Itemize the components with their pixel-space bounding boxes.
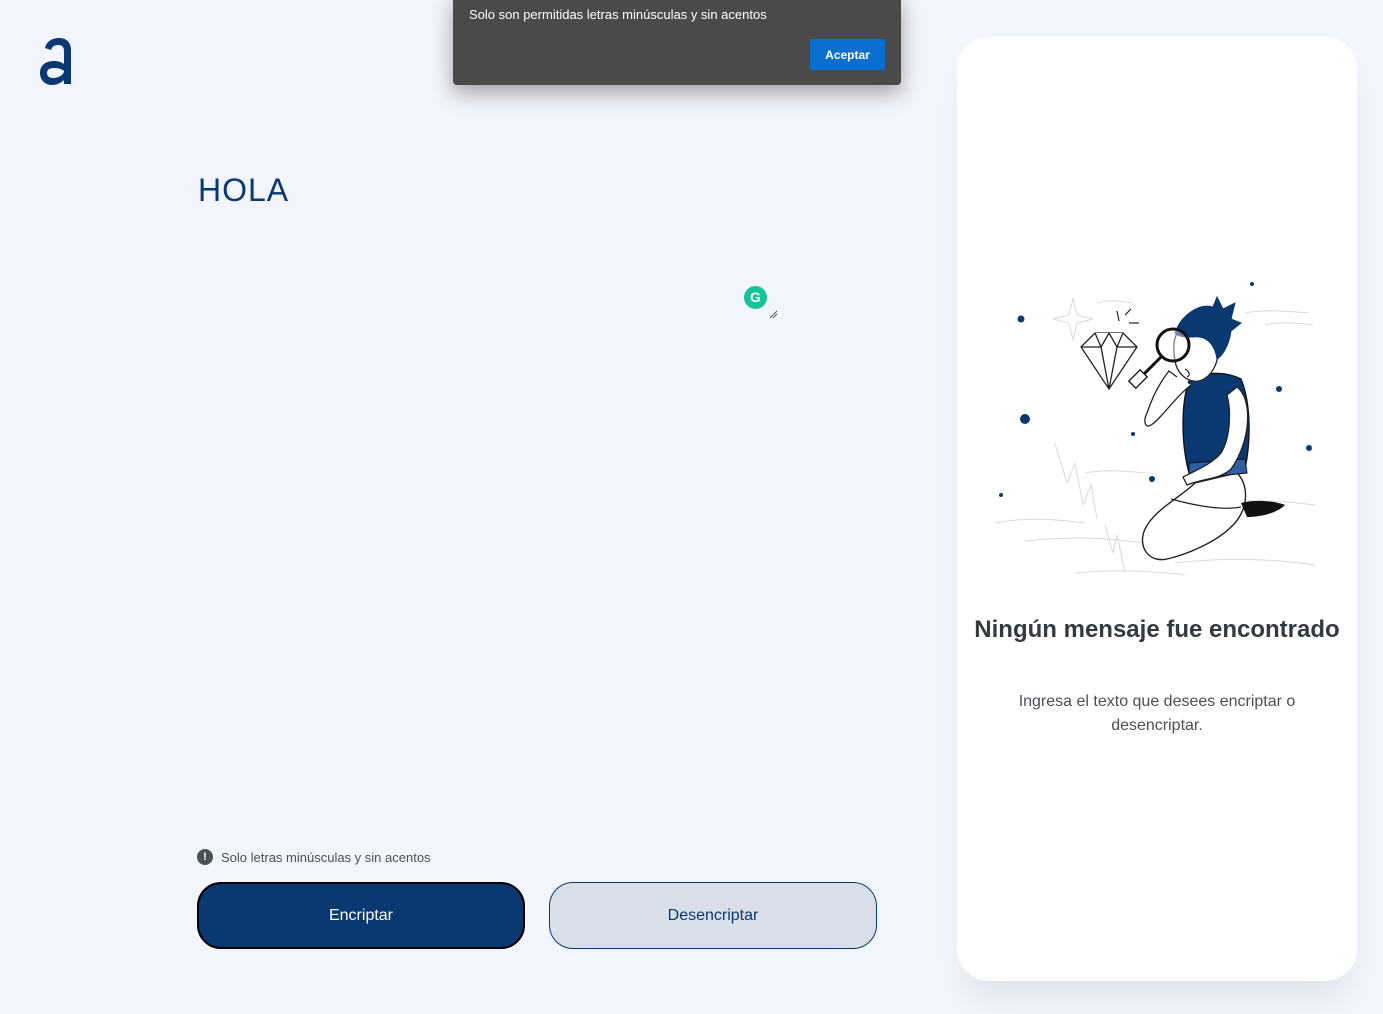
person-with-magnifying-glass-illustration (994, 282, 1316, 576)
decrypt-button[interactable]: Desencriptar (549, 882, 877, 949)
output-title: Ningún mensaje fue encontrado (974, 616, 1340, 643)
message-textarea[interactable]: HOLA (198, 168, 788, 328)
exclamation-icon: ! (197, 849, 213, 865)
alert-dialog: Solo son permitidas letras minúsculas y … (453, 0, 901, 85)
output-subtitle: Ingresa el texto que desees encriptar o … (1018, 693, 1296, 734)
alert-accept-button[interactable]: Aceptar (810, 39, 885, 70)
alert-message: Solo son permitidas letras minúsculas y … (469, 7, 767, 22)
grammarly-icon[interactable]: G (744, 286, 767, 309)
hint-text: Solo letras minúsculas y sin acentos (221, 849, 431, 865)
input-hint: ! Solo letras minúsculas y sin acentos (197, 848, 431, 866)
encrypt-button[interactable]: Encriptar (197, 882, 525, 949)
page: HOLA G ! Solo letras minúsculas y sin ac… (0, 0, 1383, 1014)
resize-handle-icon[interactable] (768, 309, 778, 319)
output-panel: Ningún mensaje fue encontrado Ingresa el… (957, 37, 1357, 981)
alura-logo (40, 38, 71, 85)
